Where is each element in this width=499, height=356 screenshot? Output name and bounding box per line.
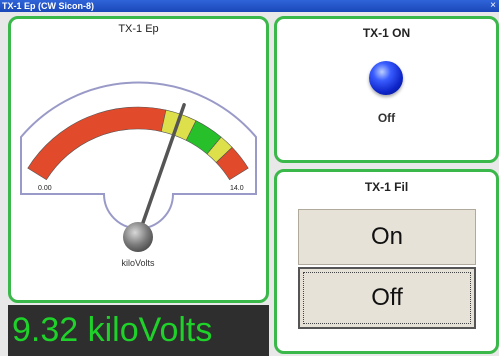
- window-titlebar: TX-1 Ep (CW Sicon-8) ×: [0, 0, 499, 12]
- gauge-dial: 0.00 14.0 kiloVolts: [20, 81, 257, 268]
- gauge-pivot: [123, 222, 153, 252]
- window-title: TX-1 Ep (CW Sicon-8): [2, 1, 94, 11]
- gauge-min-label: 0.00: [38, 185, 52, 192]
- tx1-on-panel: TX-1 ON Off: [274, 16, 499, 163]
- gauge-unit-label: kiloVolts: [121, 258, 155, 268]
- value-readout: 9.32 kiloVolts: [8, 305, 269, 356]
- close-icon[interactable]: ×: [488, 0, 496, 12]
- gauge-panel: TX-1 Ep 0.00 14.0 kiloVolts: [8, 16, 269, 303]
- tx1-fil-panel: TX-1 Fil On Off: [274, 169, 499, 354]
- gauge-max-label: 14.0: [230, 185, 244, 192]
- fil-on-button[interactable]: On: [298, 209, 476, 265]
- tx1-on-title: TX-1 ON: [362, 26, 411, 40]
- focus-outline: [303, 272, 471, 324]
- tx1-on-status: Off: [377, 111, 396, 125]
- tx1-fil-title: TX-1 Fil: [364, 180, 409, 194]
- status-lamp-icon: [369, 61, 403, 95]
- fil-off-button[interactable]: Off: [298, 267, 476, 329]
